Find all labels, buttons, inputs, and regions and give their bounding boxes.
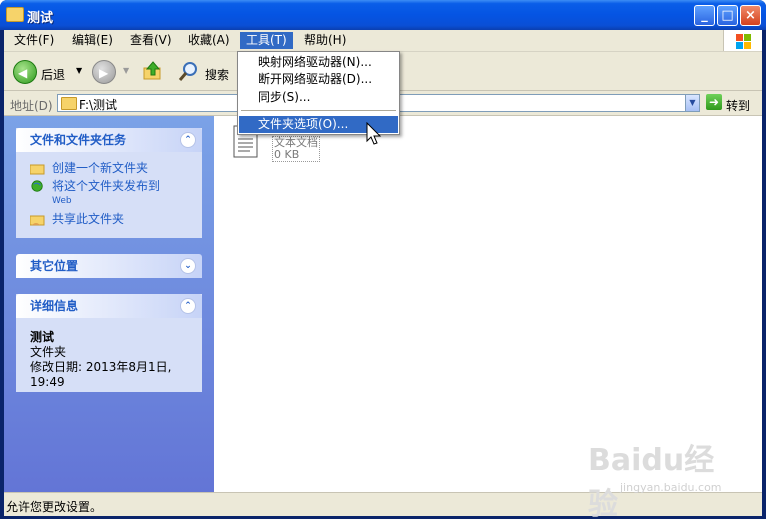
- task-label: 将这个文件夹发布到: [52, 179, 161, 193]
- task-share-folder[interactable]: 共享此文件夹: [30, 212, 192, 227]
- other-places-title: 其它位置: [30, 259, 79, 273]
- task-label: 共享此文件夹: [52, 212, 125, 226]
- task-sublabel: Web: [52, 196, 72, 206]
- forward-arrow-icon: ▶: [99, 66, 109, 80]
- explorer-window: 测试 _ □ × 文件(F) 编辑(E) 查看(V) 收藏(A) 工具(T) 帮…: [0, 0, 766, 519]
- menu-bar: 文件(F) 编辑(E) 查看(V) 收藏(A) 工具(T) 帮助(H): [4, 30, 762, 52]
- task-label: 创建一个新文件夹: [52, 161, 149, 175]
- window-title: 测试: [27, 11, 54, 26]
- menu-tools[interactable]: 工具(T): [240, 32, 293, 49]
- task-publish-web[interactable]: 将这个文件夹发布到 Web: [30, 179, 192, 209]
- menu-file[interactable]: 文件(F): [8, 32, 60, 49]
- collapse-icon[interactable]: ⌃: [180, 298, 196, 314]
- title-bar[interactable]: 测试 _ □ ×: [0, 0, 766, 30]
- other-places-panel: 其它位置 ⌄: [16, 254, 202, 278]
- forward-dropdown-icon[interactable]: ▼: [123, 66, 129, 75]
- back-arrow-icon: ◀: [18, 66, 28, 80]
- back-dropdown-icon[interactable]: ▼: [76, 66, 82, 75]
- menu-edit[interactable]: 编辑(E): [66, 32, 119, 49]
- menu-help[interactable]: 帮助(H): [298, 32, 352, 49]
- details-panel: 详细信息 ⌃ 测试 文件夹 修改日期: 2013年8月1日, 19:49: [16, 294, 202, 392]
- close-button[interactable]: ×: [740, 5, 761, 26]
- task-pane: 文件和文件夹任务 ⌃ 创建一个新文件夹 将这个文件夹发布到 Web 共享此文件夹…: [4, 116, 214, 492]
- menu-map-network-drive[interactable]: 映射网络驱动器(N)...: [239, 54, 398, 71]
- folder-icon: [6, 7, 24, 22]
- globe-icon: [31, 180, 43, 192]
- file-label[interactable]: 文本文档 0 KB: [272, 136, 320, 162]
- details-header[interactable]: 详细信息 ⌃: [16, 294, 202, 318]
- tasks-panel: 文件和文件夹任务 ⌃ 创建一个新文件夹 将这个文件夹发布到 Web 共享此文件夹: [16, 128, 202, 238]
- tasks-panel-title: 文件和文件夹任务: [30, 133, 127, 147]
- share-folder-icon: [30, 215, 45, 226]
- detail-name: 测试: [30, 330, 55, 344]
- go-button[interactable]: 转到: [726, 97, 750, 114]
- detail-modified: 修改日期: 2013年8月1日,: [30, 360, 172, 374]
- other-places-header[interactable]: 其它位置 ⌄: [16, 254, 202, 278]
- search-icon[interactable]: [178, 60, 200, 82]
- new-folder-icon: [30, 164, 45, 175]
- details-title: 详细信息: [30, 299, 79, 313]
- address-folder-icon: [61, 97, 77, 110]
- minimize-button[interactable]: _: [694, 5, 715, 26]
- menu-disconnect-network-drive[interactable]: 断开网络驱动器(D)...: [239, 71, 398, 88]
- tasks-panel-header[interactable]: 文件和文件夹任务 ⌃: [16, 128, 202, 152]
- menu-favorites[interactable]: 收藏(A): [182, 32, 236, 49]
- file-size: 0 KB: [274, 148, 300, 161]
- back-button[interactable]: ◀: [13, 60, 37, 84]
- mouse-cursor-icon: [366, 122, 382, 145]
- detail-time: 19:49: [30, 375, 65, 389]
- folder-up-icon[interactable]: [143, 61, 163, 81]
- menu-synchronize[interactable]: 同步(S)...: [239, 89, 398, 106]
- maximize-button[interactable]: □: [717, 5, 738, 26]
- address-dropdown-button[interactable]: ▼: [685, 94, 700, 112]
- task-new-folder[interactable]: 创建一个新文件夹: [30, 161, 192, 176]
- search-label[interactable]: 搜索: [205, 66, 229, 83]
- status-bar: 允许您更改设置。: [4, 492, 762, 516]
- forward-button[interactable]: ▶: [92, 60, 116, 84]
- status-text: 允许您更改设置。: [6, 500, 103, 514]
- collapse-icon[interactable]: ⌃: [180, 132, 196, 148]
- menu-separator: [241, 110, 396, 111]
- back-label[interactable]: 后退: [41, 66, 65, 83]
- go-arrow-icon[interactable]: ➜: [706, 94, 722, 110]
- detail-type: 文件夹: [30, 345, 67, 359]
- address-label: 地址(D): [10, 99, 53, 113]
- address-value[interactable]: F:\测试: [79, 96, 117, 113]
- baidu-watermark-url: jingyan.baidu.com: [620, 481, 722, 494]
- menu-view[interactable]: 查看(V): [124, 32, 178, 49]
- windows-logo-icon: [723, 30, 762, 51]
- expand-icon[interactable]: ⌄: [180, 258, 196, 274]
